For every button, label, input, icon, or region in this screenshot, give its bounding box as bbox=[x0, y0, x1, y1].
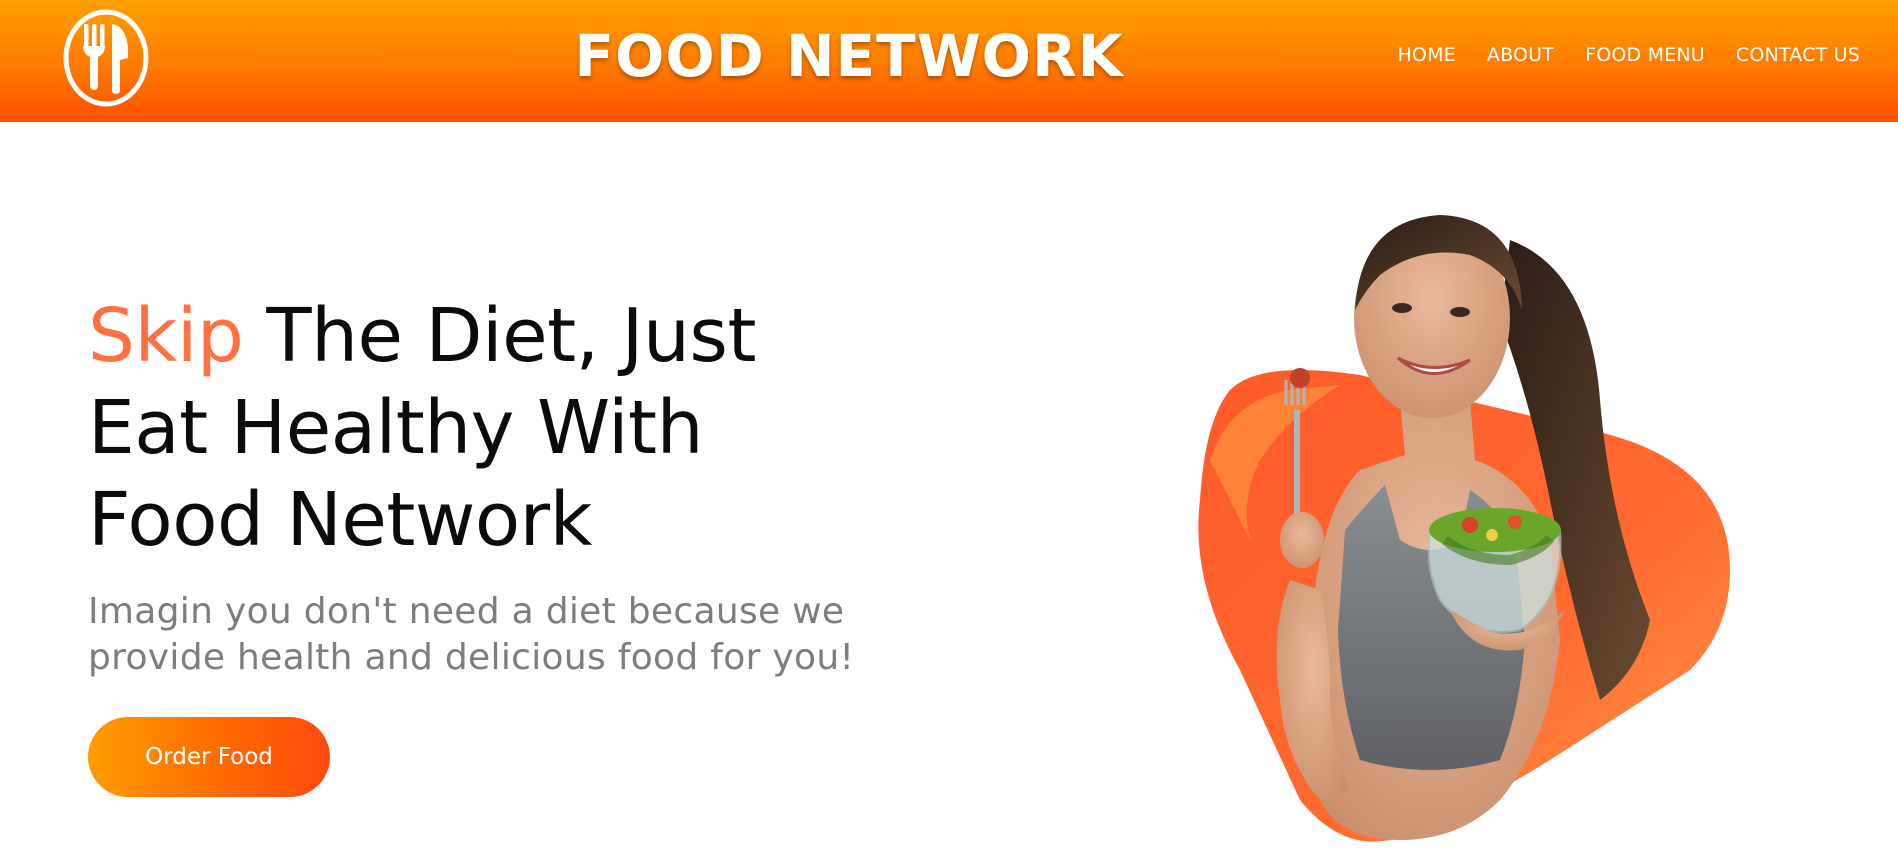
headline-accent-word: Skip bbox=[88, 293, 244, 379]
headline-line3: Food Network bbox=[88, 477, 592, 563]
subtext-line1: Imagin you don't need a diet because we bbox=[88, 591, 845, 632]
nav-about[interactable]: ABOUT bbox=[1487, 44, 1554, 66]
nav-contact-us[interactable]: CONTACT US bbox=[1736, 44, 1860, 66]
site-header: FOOD NETWORK HOME ABOUT FOOD MENU CONTAC… bbox=[0, 0, 1898, 122]
headline-line1-rest: The Diet, Just bbox=[243, 293, 756, 379]
order-food-button[interactable]: Order Food bbox=[88, 717, 330, 797]
nav-food-menu[interactable]: FOOD MENU bbox=[1585, 44, 1705, 66]
hero-subtext: Imagin you don't need a diet because we … bbox=[88, 589, 908, 681]
hero-headline: Skip The Diet, Just Eat Healthy With Foo… bbox=[88, 290, 848, 566]
headline-line2: Eat Healthy With bbox=[88, 385, 703, 471]
nav-home[interactable]: HOME bbox=[1397, 44, 1455, 66]
subtext-line2: provide health and delicious food for yo… bbox=[88, 637, 855, 678]
main-nav: HOME ABOUT FOOD MENU CONTACT US bbox=[1397, 44, 1860, 66]
woman-eating-salad-image bbox=[1198, 215, 1730, 842]
